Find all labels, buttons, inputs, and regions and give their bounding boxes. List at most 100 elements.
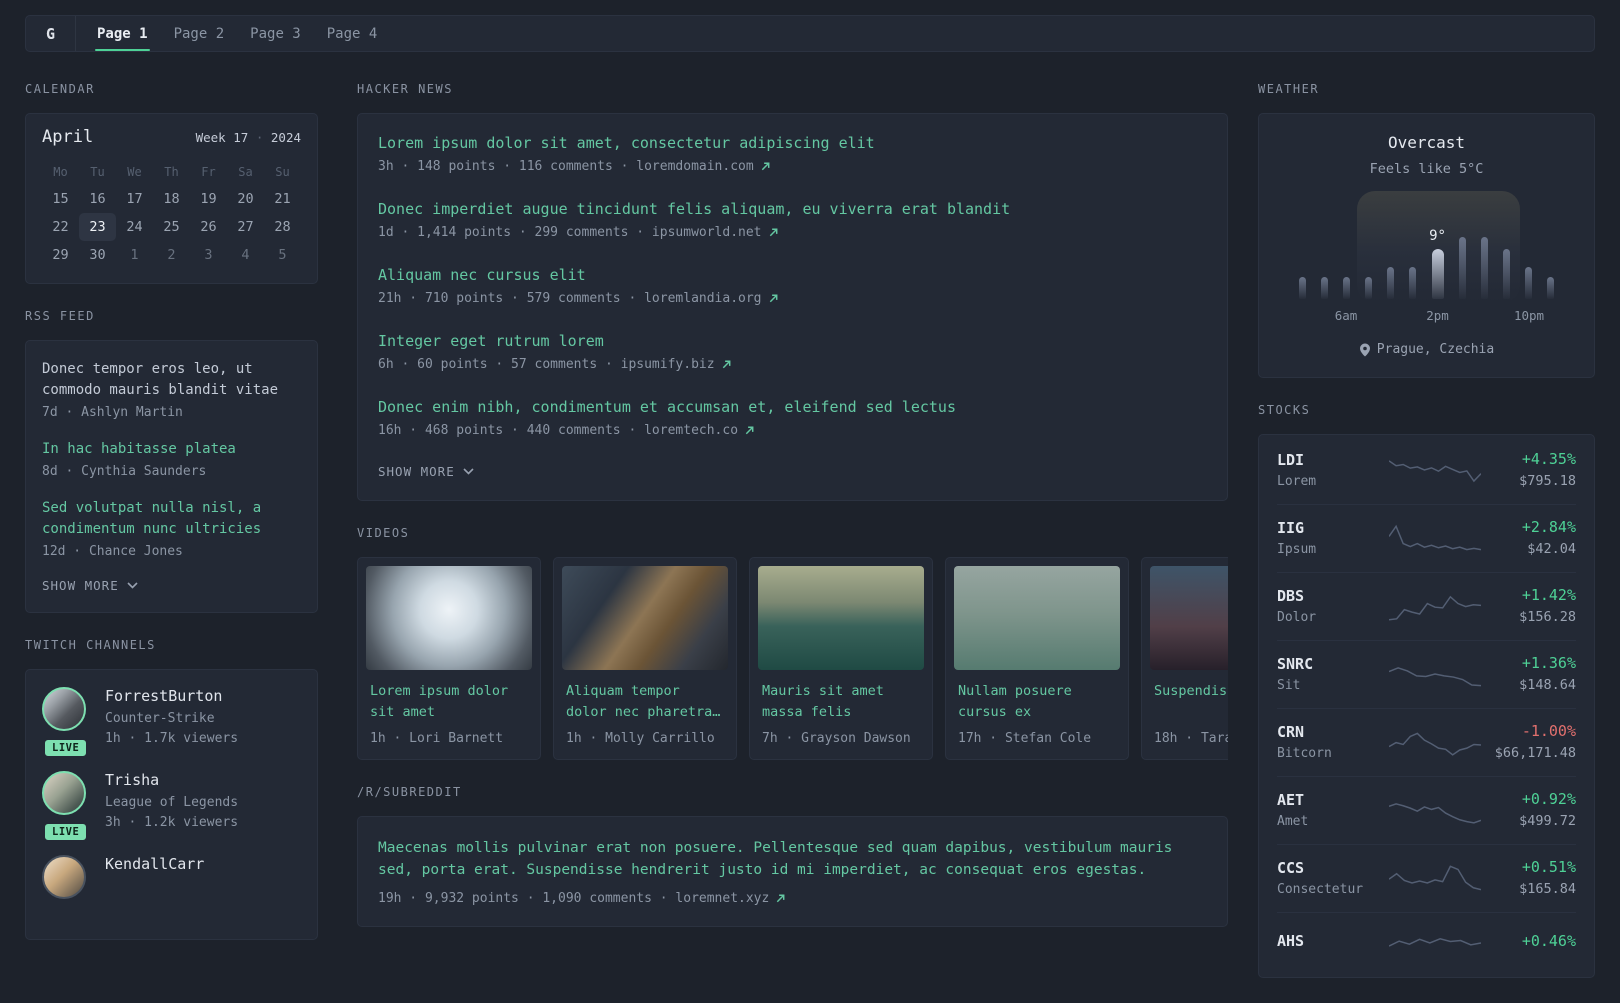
page-tab[interactable]: Page 2	[161, 16, 238, 51]
stock-sparkline	[1389, 453, 1481, 487]
video-card[interactable]: Lorem ipsum dolor sit amet consectetu… 1…	[357, 557, 541, 760]
external-link-icon[interactable]	[744, 425, 755, 436]
calendar-day[interactable]: 18	[153, 185, 190, 213]
rss-item-title[interactable]: Donec tempor eros leo, ut commodo mauris…	[42, 359, 301, 401]
twitch-channel-row[interactable]: LIVE Trisha League of Legends 3h · 1.2k …	[42, 771, 301, 842]
stock-price: $165.84	[1519, 881, 1576, 897]
calendar-day[interactable]: 29	[42, 241, 79, 269]
calendar-day[interactable]: 4	[227, 241, 264, 269]
weather-hourly-chart: 9°	[1298, 191, 1555, 303]
video-thumbnail[interactable]	[562, 566, 728, 670]
weather-bar	[1320, 277, 1328, 299]
channel-avatar-wrap: LIVE	[42, 687, 89, 758]
calendar-day[interactable]: 27	[227, 213, 264, 241]
stock-row[interactable]: AHS +0.46%	[1277, 912, 1576, 975]
calendar-day[interactable]: 19	[190, 185, 227, 213]
hackernews-item-meta: 1d · 1,414 points · 299 comments · ipsum…	[378, 225, 1207, 240]
stock-row[interactable]: AET Amet +0.92% $499.72	[1277, 776, 1576, 844]
video-thumbnail[interactable]	[954, 566, 1120, 670]
video-thumbnail[interactable]	[758, 566, 924, 670]
video-title[interactable]: Aliquam tempor dolor nec pharetra…	[562, 681, 728, 724]
stock-row[interactable]: CCS Consectetur +0.51% $165.84	[1277, 844, 1576, 912]
subreddit-post-title[interactable]: Maecenas mollis pulvinar erat non posuer…	[378, 837, 1207, 882]
calendar-day[interactable]: 21	[264, 185, 301, 213]
calendar-day[interactable]: 24	[116, 213, 153, 241]
weather-bar	[1298, 277, 1306, 299]
weather-hour-label: 6am	[1334, 308, 1358, 323]
twitch-channel-row[interactable]: LIVE ForrestBurton Counter-Strike 1h · 1…	[42, 687, 301, 758]
video-title[interactable]: Suspendisse diam	[1150, 681, 1228, 724]
rss-item-title[interactable]: Sed volutpat nulla nisl, a condimentum n…	[42, 498, 301, 540]
calendar-day[interactable]: 1	[116, 241, 153, 269]
video-thumbnail[interactable]	[1150, 566, 1228, 670]
video-card[interactable]: Nullam posuere cursus ex 17h · Stefan Co…	[945, 557, 1129, 760]
stock-row[interactable]: LDI Lorem +4.35% $795.18	[1277, 437, 1576, 504]
video-title[interactable]: Lorem ipsum dolor sit amet consectetu…	[366, 681, 532, 724]
rss-show-more-button[interactable]: SHOW MORE	[42, 578, 138, 593]
calendar-day[interactable]: 22	[42, 213, 79, 241]
dashboard-page: G Page 1 Page 2 Page 3 Page 4 CALENDAR A…	[0, 0, 1620, 1003]
stock-price: $66,171.48	[1494, 745, 1576, 761]
external-link-icon[interactable]	[721, 359, 732, 370]
live-badge: LIVE	[43, 738, 89, 758]
rss-item[interactable]: In hac habitasse platea 8d · Cynthia Sau…	[42, 439, 301, 479]
calendar-day[interactable]: 15	[42, 185, 79, 213]
stock-sparkline	[1389, 521, 1481, 555]
video-card[interactable]: Suspendisse diam 18h · Tara	[1141, 557, 1228, 760]
calendar-day[interactable]: 3	[190, 241, 227, 269]
external-link-icon[interactable]	[768, 293, 779, 304]
stock-row[interactable]: DBS Dolor +1.42% $156.28	[1277, 572, 1576, 640]
page-tab[interactable]: Page 3	[237, 16, 314, 51]
weekday-label: Su	[275, 165, 290, 179]
page-tab[interactable]: Page 4	[314, 16, 391, 51]
channel-name[interactable]: ForrestBurton	[105, 687, 238, 705]
video-thumbnail[interactable]	[366, 566, 532, 670]
stock-sparkline	[1389, 589, 1481, 623]
rss-item[interactable]: Donec tempor eros leo, ut commodo mauris…	[42, 359, 301, 420]
hackernews-item-title[interactable]: Integer eget rutrum lorem	[378, 332, 1207, 350]
hackernews-item-title[interactable]: Donec enim nibh, condimentum et accumsan…	[378, 398, 1207, 416]
calendar-day[interactable]: 30	[79, 241, 116, 269]
channel-name[interactable]: Trisha	[105, 771, 238, 789]
calendar-day[interactable]: 20	[227, 185, 264, 213]
app-logo[interactable]: G	[26, 16, 76, 51]
page-tab[interactable]: Page 1	[84, 16, 161, 51]
separator-dot: ·	[255, 130, 264, 145]
channel-name[interactable]: KendallCarr	[105, 855, 204, 873]
external-link-icon[interactable]	[775, 893, 786, 904]
calendar-day[interactable]: 2	[153, 241, 190, 269]
weather-bar	[1525, 267, 1533, 299]
calendar-day[interactable]: 5	[264, 241, 301, 269]
calendar-day[interactable]: 17	[116, 185, 153, 213]
rss-widget: RSS FEED Donec tempor eros leo, ut commo…	[25, 309, 318, 613]
video-card[interactable]: Aliquam tempor dolor nec pharetra… 1h · …	[553, 557, 737, 760]
video-title[interactable]: Nullam posuere cursus ex	[954, 681, 1120, 724]
video-title[interactable]: Mauris sit amet massa felis	[758, 681, 924, 724]
stock-change: +2.84%	[1521, 518, 1576, 536]
calendar-day[interactable]: 23	[79, 213, 116, 241]
twitch-channel-row[interactable]: KendallCarr	[42, 855, 301, 899]
external-link-icon[interactable]	[760, 161, 771, 172]
rss-item-title[interactable]: In hac habitasse platea	[42, 439, 301, 460]
stock-row[interactable]: IIG Ipsum +2.84% $42.04	[1277, 504, 1576, 572]
left-column: CALENDAR April Week 17 · 2024 Mo Tu We T…	[25, 82, 318, 1003]
weekday-label: Tu	[90, 165, 105, 179]
calendar-header: April Week 17 · 2024	[42, 127, 301, 147]
hackernews-show-more-button[interactable]: SHOW MORE	[378, 464, 474, 479]
calendar-day[interactable]: 16	[79, 185, 116, 213]
stock-row[interactable]: CRN Bitcorn -1.00% $66,171.48	[1277, 708, 1576, 776]
rss-item[interactable]: Sed volutpat nulla nisl, a condimentum n…	[42, 498, 301, 559]
current-temp-label: 9°	[1429, 228, 1446, 244]
hackernews-item-title[interactable]: Lorem ipsum dolor sit amet, consectetur …	[378, 134, 1207, 152]
external-link-icon[interactable]	[768, 227, 779, 238]
calendar-day[interactable]: 26	[190, 213, 227, 241]
calendar-day[interactable]: 28	[264, 213, 301, 241]
hackernews-item-title[interactable]: Aliquam nec cursus elit	[378, 266, 1207, 284]
stock-row[interactable]: SNRC Sit +1.36% $148.64	[1277, 640, 1576, 708]
calendar-month: April	[42, 127, 94, 147]
calendar-day[interactable]: 25	[153, 213, 190, 241]
video-card[interactable]: Mauris sit amet massa felis 7h · Grayson…	[749, 557, 933, 760]
weather-bar	[1547, 277, 1555, 299]
rss-item-meta: 12d · Chance Jones	[42, 544, 183, 559]
hackernews-item-title[interactable]: Donec imperdiet augue tincidunt felis al…	[378, 200, 1207, 218]
